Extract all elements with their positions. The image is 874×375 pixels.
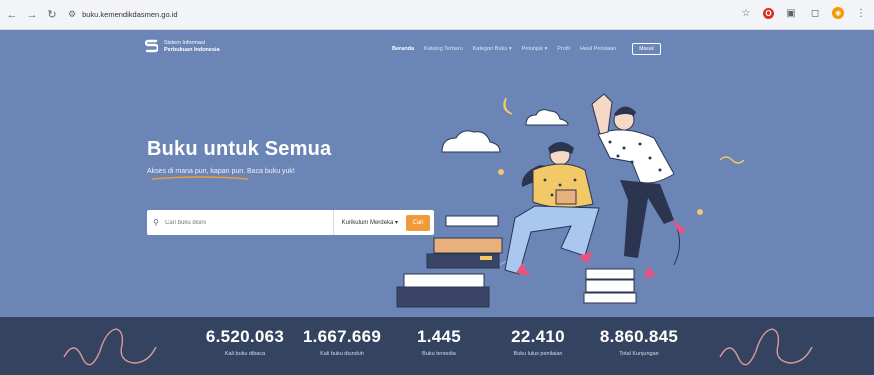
logo-s-icon <box>145 39 158 53</box>
download-icon[interactable]: ◻ <box>808 6 822 20</box>
decorative-wave-left <box>63 328 157 366</box>
login-button[interactable]: Masuk <box>632 43 661 55</box>
logo-text: Sistem Informasi Perbukuan Indonesia <box>164 40 220 54</box>
menu-dots-icon[interactable]: ⋮ <box>854 6 868 20</box>
bookmark-star-icon[interactable]: ☆ <box>739 6 753 20</box>
subtitle-underline <box>151 176 249 180</box>
profile-avatar-icon[interactable]: ◉ <box>832 7 844 19</box>
search-button[interactable]: Cari <box>406 214 430 231</box>
main-nav: Beranda Katalog Terbaru Kategori Buku ▾ … <box>392 43 661 55</box>
stat-value: 22.410 <box>511 327 565 346</box>
stat-label: Buku tersedia <box>422 351 456 357</box>
stat-label: Kali buku diunduh <box>320 351 364 357</box>
stat-label: Total Kunjungan <box>619 351 659 357</box>
hero-title: Buku untuk Semua <box>147 138 332 160</box>
address-bar[interactable]: ⚙ buku.kemendikdasmen.go.id <box>68 5 178 25</box>
site-info-icon[interactable]: ⚙ <box>68 9 76 20</box>
nav-profil[interactable]: Profil <box>557 46 570 52</box>
nav-hasil-penilaian[interactable]: Hasil Penilaian <box>580 46 616 52</box>
search-input[interactable] <box>165 212 333 233</box>
search-bar: ⚲ Kurikulum Merdeka ▾ Cari <box>147 210 434 235</box>
nav-beranda[interactable]: Beranda <box>392 46 414 52</box>
search-icon: ⚲ <box>153 218 159 227</box>
stat-label: Kali buku dibaca <box>224 351 266 357</box>
forward-icon[interactable]: → <box>24 7 40 23</box>
back-icon[interactable]: ← <box>4 7 20 23</box>
stat-diunduh: 1.667.669 Kali buku diunduh <box>302 327 382 357</box>
stat-value: 8.860.845 <box>599 327 679 346</box>
stat-value: 6.520.063 <box>205 327 285 346</box>
site-logo[interactable]: Sistem Informasi Perbukuan Indonesia <box>145 39 220 55</box>
hero-illustration <box>396 93 745 308</box>
extension-icon[interactable]: O <box>763 7 774 19</box>
stat-tersedia: 1.445 Buku tersedia <box>408 327 470 357</box>
reload-icon[interactable]: ↻ <box>44 7 60 23</box>
logo-line1: Sistem Informasi <box>164 40 205 46</box>
stat-label: Buku lulus penilaian <box>513 351 563 357</box>
nav-kategori-buku[interactable]: Kategori Buku ▾ <box>473 46 512 52</box>
stat-value: 1.667.669 <box>302 327 382 346</box>
stat-dibaca: 6.520.063 Kali buku dibaca <box>205 327 285 357</box>
decorative-wave-right <box>719 328 813 366</box>
logo-line2: Perbukuan Indonesia <box>164 47 220 53</box>
nav-petunjuk[interactable]: Petunjuk ▾ <box>522 46 548 52</box>
curriculum-dropdown[interactable]: Kurikulum Merdeka ▾ <box>332 210 406 235</box>
stat-kunjungan: 8.860.845 Total Kunjungan <box>596 327 682 357</box>
nav-katalog-terbaru[interactable]: Katalog Terbaru <box>424 46 463 52</box>
browser-toolbar: ← → ↻ ⚙ buku.kemendikdasmen.go.id ☆ O ▣ … <box>0 0 874 30</box>
stats-band: 6.520.063 Kali buku dibaca 1.667.669 Kal… <box>0 317 874 375</box>
stat-lulus-penilaian: 22.410 Buku lulus penilaian <box>498 327 578 357</box>
hero-subtitle: Akses di mana pun, kapan pun. Baca buku … <box>147 168 295 175</box>
url-text: buku.kemendikdasmen.go.id <box>82 10 178 19</box>
stat-value: 1.445 <box>416 327 462 346</box>
extensions-puzzle-icon[interactable]: ▣ <box>784 6 798 20</box>
hero-section: Sistem Informasi Perbukuan Indonesia Ber… <box>0 30 874 317</box>
